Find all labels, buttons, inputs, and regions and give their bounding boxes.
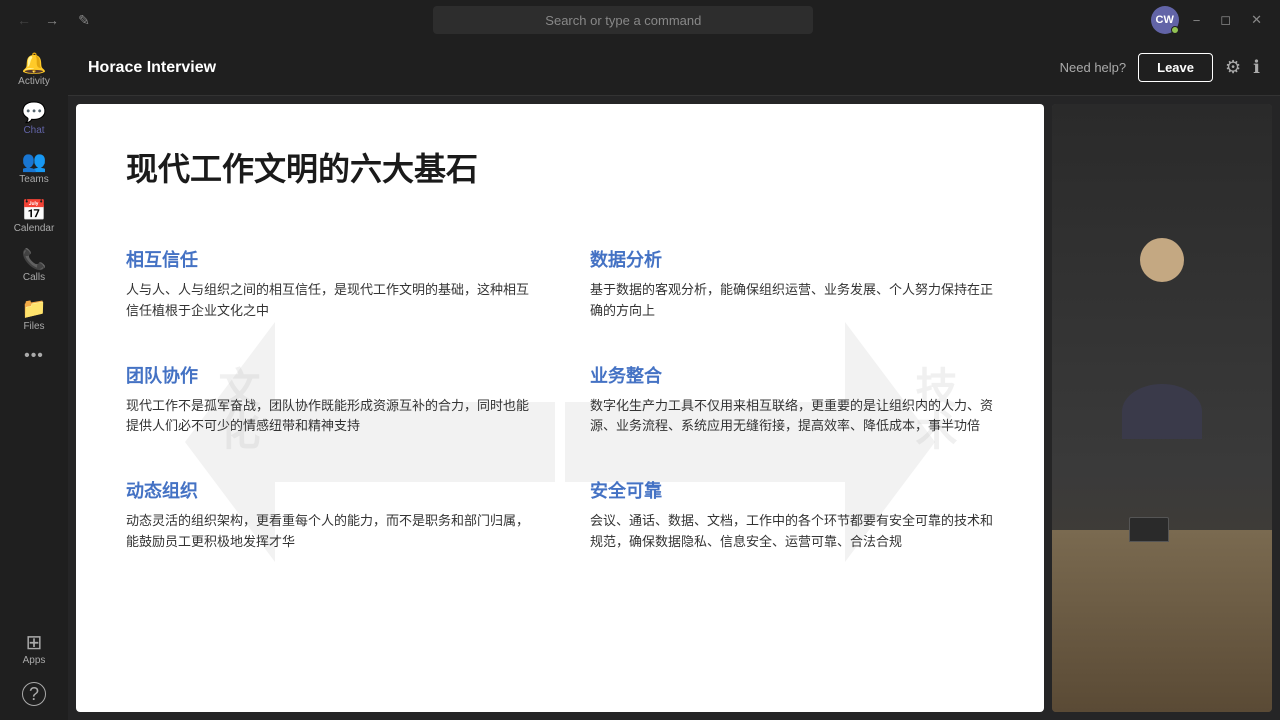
nav-buttons: ← → (12, 8, 64, 32)
sidebar-item-help[interactable]: ? (4, 676, 64, 712)
content-area: Horace Interview Need help? Leave ⚙ ℹ 现代… (68, 40, 1280, 720)
sidebar-item-teams[interactable]: 👥 Teams (4, 146, 64, 191)
compose-button[interactable]: ✎ (72, 8, 96, 32)
forward-button[interactable]: → (40, 8, 64, 32)
maximize-button[interactable]: ◻ (1214, 12, 1237, 28)
teams-icon: 👥 (22, 152, 47, 172)
sidebar-label-calls: Calls (23, 272, 45, 283)
slide-item-trust: 相互信任 人与人、人与组织之间的相互信任，是现代工作文明的基础，这种相互信任植根… (126, 230, 560, 346)
slide-item-integration: 业务整合 数字化生产力工具不仅用来相互联络，更重要的是让组织内的人力、资源、业务… (560, 346, 994, 462)
sidebar-item-calendar[interactable]: 📅 Calendar (4, 195, 64, 240)
info-button[interactable]: ℹ (1253, 57, 1260, 78)
slide-grid: 相互信任 人与人、人与组织之间的相互信任，是现代工作文明的基础，这种相互信任植根… (126, 230, 994, 577)
meeting-header: Horace Interview Need help? Leave ⚙ ℹ (68, 40, 1280, 96)
sidebar: 🔔 Activity 💬 Chat 👥 Teams 📅 Calendar 📞 C… (0, 40, 68, 720)
slide-item-trust-heading: 相互信任 (126, 246, 540, 272)
slide-item-teamwork: 团队协作 现代工作不是孤军奋战，团队协作既能形成资源互补的合力，同时也能提供人们… (126, 346, 560, 462)
slide-item-data-text: 基于数据的客观分析，能确保组织运营、业务发展、个人努力保持在正确的方向上 (590, 280, 994, 322)
title-bar-right: CW − ◻ ✕ (1151, 6, 1268, 34)
main-layout: 🔔 Activity 💬 Chat 👥 Teams 📅 Calendar 📞 C… (0, 40, 1280, 720)
settings-button[interactable]: ⚙ (1225, 57, 1241, 78)
sidebar-item-activity[interactable]: 🔔 Activity (4, 48, 64, 93)
sidebar-label-apps: Apps (23, 655, 46, 666)
sidebar-bottom: ⊞ Apps ? (4, 627, 64, 720)
apps-icon: ⊞ (26, 633, 43, 653)
video-box-main (1052, 104, 1272, 712)
presentation-area: 现代工作文明的六大基石 文化 技术 相互信任 人与人、人与组织之间的相互信任，是… (68, 96, 1280, 720)
need-help-text[interactable]: Need help? (1060, 60, 1127, 75)
meeting-actions: Need help? Leave ⚙ ℹ (1060, 53, 1260, 82)
leave-button[interactable]: Leave (1138, 53, 1213, 82)
sidebar-label-activity: Activity (18, 76, 50, 87)
sidebar-item-more[interactable]: ••• (4, 342, 64, 370)
slide-item-dynamic: 动态组织 动态灵活的组织架构，更看重每个人的能力，而不是职务和部门归属，能鼓励员… (126, 461, 560, 577)
calendar-icon: 📅 (22, 201, 47, 221)
presence-dot (1171, 26, 1179, 34)
search-placeholder: Search or type a command (545, 13, 701, 28)
slide-item-teamwork-text: 现代工作不是孤军奋战，团队协作既能形成资源互补的合力，同时也能提供人们必不可少的… (126, 396, 540, 438)
slide-title: 现代工作文明的六大基石 (126, 144, 994, 190)
slide-item-security: 安全可靠 会议、通话、数据、文档，工作中的各个环节都要有安全可靠的技术和规范，确… (560, 461, 994, 577)
title-bar: ← → ✎ Search or type a command CW − ◻ ✕ (0, 0, 1280, 40)
person-figure (1052, 104, 1272, 712)
minimize-button[interactable]: − (1187, 13, 1207, 28)
slide-item-data: 数据分析 基于数据的客观分析，能确保组织运营、业务发展、个人努力保持在正确的方向… (560, 230, 994, 346)
sidebar-item-files[interactable]: 📁 Files (4, 293, 64, 338)
slide-item-dynamic-text: 动态灵活的组织架构，更看重每个人的能力，而不是职务和部门归属，能鼓励员工更积极地… (126, 511, 540, 553)
help-icon: ? (22, 682, 46, 706)
sidebar-item-calls[interactable]: 📞 Calls (4, 244, 64, 289)
more-icon: ••• (24, 348, 44, 364)
sidebar-label-files: Files (23, 321, 44, 332)
sidebar-label-calendar: Calendar (14, 223, 55, 234)
video-panel (1052, 104, 1272, 712)
chat-icon: 💬 (22, 103, 47, 123)
slide-item-integration-text: 数字化生产力工具不仅用来相互联络，更重要的是让组织内的人力、资源、业务流程、系统… (590, 396, 994, 438)
title-bar-left: ← → ✎ (12, 8, 96, 32)
slide-container: 现代工作文明的六大基石 文化 技术 相互信任 人与人、人与组织之间的相互信任，是… (76, 104, 1044, 712)
sidebar-label-teams: Teams (19, 174, 48, 185)
back-button[interactable]: ← (12, 8, 36, 32)
slide-item-security-heading: 安全可靠 (590, 477, 994, 503)
sidebar-item-apps[interactable]: ⊞ Apps (4, 627, 64, 672)
slide-item-security-text: 会议、通话、数据、文档，工作中的各个环节都要有安全可靠的技术和规范，确保数据隐私… (590, 511, 994, 553)
calls-icon: 📞 (22, 250, 47, 270)
slide-item-trust-text: 人与人、人与组织之间的相互信任，是现代工作文明的基础，这种相互信任植根于企业文化… (126, 280, 540, 322)
title-bar-center: Search or type a command (96, 6, 1151, 34)
slide-item-data-heading: 数据分析 (590, 246, 994, 272)
files-icon: 📁 (22, 299, 47, 319)
slide-item-teamwork-heading: 团队协作 (126, 362, 540, 388)
search-bar[interactable]: Search or type a command (433, 6, 813, 34)
slide-item-integration-heading: 业务整合 (590, 362, 994, 388)
slide-item-dynamic-heading: 动态组织 (126, 477, 540, 503)
sidebar-label-chat: Chat (23, 125, 44, 136)
close-button[interactable]: ✕ (1245, 12, 1268, 28)
sidebar-item-chat[interactable]: 💬 Chat (4, 97, 64, 142)
meeting-title: Horace Interview (88, 59, 216, 77)
activity-icon: 🔔 (22, 54, 47, 74)
avatar-button[interactable]: CW (1151, 6, 1179, 34)
